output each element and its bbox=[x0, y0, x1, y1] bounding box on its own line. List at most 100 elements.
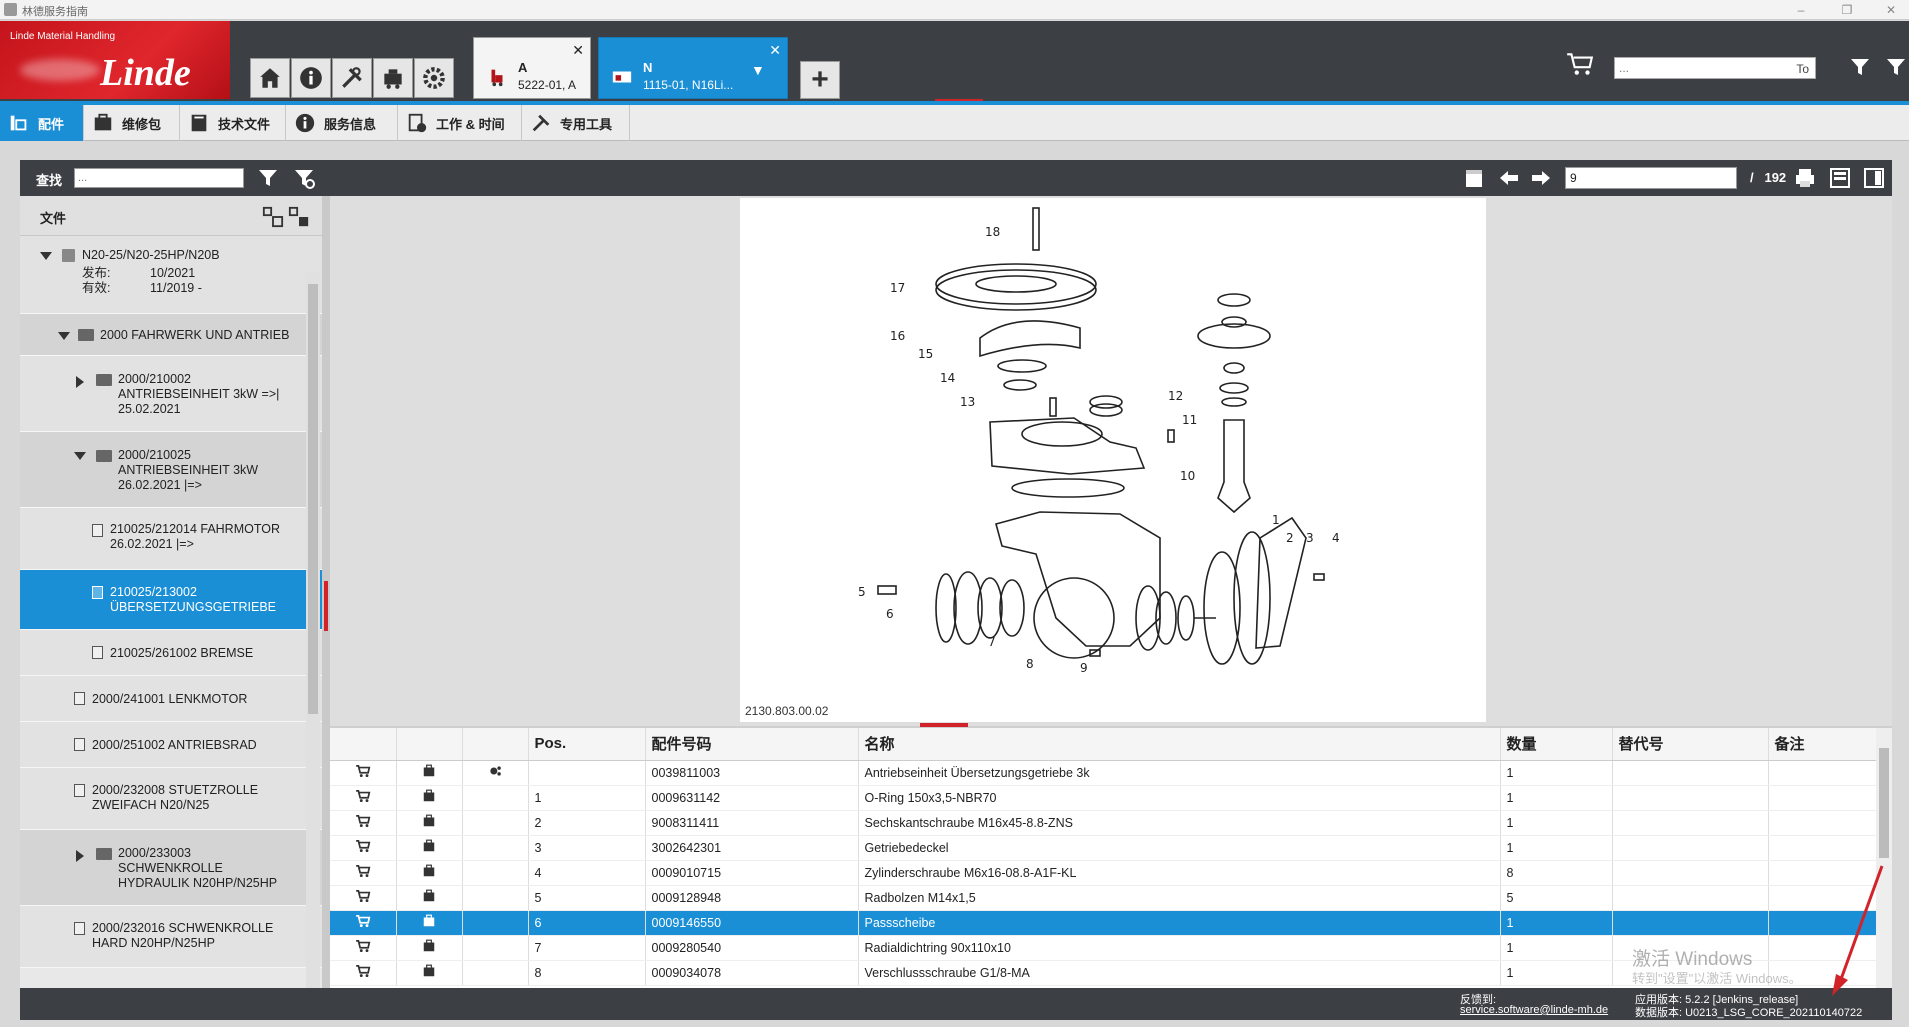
collapse-arrow-icon[interactable] bbox=[74, 452, 86, 460]
column-header-qty[interactable]: 数量 bbox=[1500, 728, 1613, 761]
scrollbar-thumb[interactable] bbox=[1879, 748, 1889, 858]
find-input[interactable] bbox=[74, 168, 244, 188]
table-row[interactable]: 6 0009146550 Passscheibe 1 bbox=[330, 910, 1877, 936]
table-row[interactable]: 0039811003 Antriebseinheit Übersetzungsge… bbox=[330, 760, 1877, 786]
cart-icon[interactable] bbox=[355, 814, 371, 828]
tree-item[interactable]: 2000/232016 SCHWENKROLLE HARD N20HP/N25H… bbox=[20, 906, 322, 968]
close-tab-icon[interactable]: ✕ bbox=[572, 42, 584, 59]
assembly-cell[interactable] bbox=[462, 860, 529, 886]
bookmark-icon[interactable] bbox=[1462, 166, 1486, 190]
splitter-marker[interactable] bbox=[920, 723, 968, 727]
close-tab-icon[interactable]: ✕ bbox=[769, 42, 781, 59]
column-header-note[interactable]: 备注 bbox=[1768, 728, 1877, 761]
info-button[interactable] bbox=[291, 58, 331, 98]
add-to-cart-cell[interactable] bbox=[330, 885, 397, 911]
collapse-all-icon[interactable] bbox=[288, 206, 310, 228]
arrow-right-icon[interactable] bbox=[1529, 166, 1553, 190]
assembly-icon[interactable] bbox=[487, 764, 503, 778]
filter-icon[interactable] bbox=[256, 166, 280, 190]
column-header-pos[interactable]: Pos. bbox=[528, 728, 646, 761]
tree-item-selected[interactable]: 210025/213002 ÜBERSETZUNGSGETRIEBE bbox=[20, 570, 322, 630]
add-to-cart-cell[interactable] bbox=[330, 935, 397, 961]
column-header-name[interactable]: 名称 bbox=[858, 728, 1501, 761]
doc-tab-n[interactable]: N 1115-01, N16Li... ✕ ▼ bbox=[598, 37, 788, 99]
tab-work-time[interactable]: 工作 & 时间 bbox=[398, 105, 522, 141]
cart-icon[interactable] bbox=[355, 764, 371, 778]
settings-button[interactable] bbox=[414, 58, 454, 98]
tree-item[interactable]: 2000/241001 LENKMOTOR bbox=[20, 676, 322, 722]
add-to-cart-cell[interactable] bbox=[330, 760, 397, 786]
layout-single-icon[interactable] bbox=[1828, 166, 1852, 190]
expand-all-icon[interactable] bbox=[262, 206, 284, 228]
tab-special-tools[interactable]: 专用工具 bbox=[522, 105, 630, 141]
column-header[interactable] bbox=[396, 728, 463, 761]
kit-cell[interactable] bbox=[396, 835, 463, 861]
add-to-cart-cell[interactable] bbox=[330, 960, 397, 986]
clear-filter-icon[interactable] bbox=[1884, 55, 1908, 79]
column-header-part-number[interactable]: 配件号码 bbox=[645, 728, 859, 761]
kit-cell[interactable] bbox=[396, 760, 463, 786]
layout-split-icon[interactable] bbox=[1862, 166, 1886, 190]
tab-kits[interactable]: 维修包 bbox=[84, 105, 180, 141]
collapse-arrow-icon[interactable] bbox=[58, 332, 70, 340]
kit-icon[interactable] bbox=[422, 764, 436, 778]
column-header[interactable] bbox=[462, 728, 529, 761]
table-row[interactable]: 1 0009631142 O-Ring 150x3,5-NBR70 1 bbox=[330, 785, 1877, 811]
table-row[interactable]: 2 9008311411 Sechskantschraube M16x45-8.8-… bbox=[330, 810, 1877, 836]
cart-icon[interactable] bbox=[355, 839, 371, 853]
assembly-cell[interactable] bbox=[462, 785, 529, 811]
exploded-drawing[interactable]: 18 17 16 15 14 13 12 11 10 1 2 3 4 5 6 7… bbox=[740, 198, 1486, 722]
kit-icon[interactable] bbox=[422, 939, 436, 953]
panel-splitter[interactable] bbox=[322, 196, 330, 1012]
kit-icon[interactable] bbox=[422, 814, 436, 828]
kit-icon[interactable] bbox=[422, 839, 436, 853]
expand-arrow-icon[interactable] bbox=[76, 850, 84, 862]
kit-cell[interactable] bbox=[396, 810, 463, 836]
assembly-cell[interactable] bbox=[462, 885, 529, 911]
header-search-input[interactable]: ... To bbox=[1614, 57, 1816, 79]
tree-item[interactable]: 2000/233003 SCHWENKROLLE HYDRAULIK N20HP… bbox=[20, 830, 322, 906]
tab-service-info[interactable]: 服务信息 bbox=[286, 105, 398, 141]
add-to-cart-cell[interactable] bbox=[330, 910, 397, 936]
drawing-viewer[interactable]: 18 17 16 15 14 13 12 11 10 1 2 3 4 5 6 7… bbox=[330, 196, 1892, 726]
cart-icon[interactable] bbox=[355, 789, 371, 803]
tab-parts[interactable]: 配件 bbox=[0, 105, 84, 141]
tree-item[interactable]: 210025/261002 BREMSE bbox=[20, 630, 322, 676]
kit-cell[interactable] bbox=[396, 885, 463, 911]
diagnostics-button[interactable] bbox=[373, 58, 413, 98]
search-scope-dropdown[interactable]: To bbox=[1796, 59, 1809, 79]
add-to-cart-cell[interactable] bbox=[330, 835, 397, 861]
assembly-cell[interactable] bbox=[462, 960, 529, 986]
tree-item[interactable]: 2000/210025 ANTRIEBSEINHEIT 3kW 26.02.20… bbox=[20, 432, 322, 508]
minimize-icon[interactable]: – bbox=[1786, 2, 1816, 18]
arrow-left-icon[interactable] bbox=[1497, 166, 1521, 190]
kit-icon[interactable] bbox=[422, 964, 436, 978]
tree-item[interactable]: 2000 FAHRWERK UND ANTRIEB bbox=[20, 314, 322, 356]
page-number-input[interactable]: 9 bbox=[1565, 167, 1737, 189]
doc-tab-a[interactable]: A 5222-01, A ✕ bbox=[473, 37, 591, 99]
cart-icon[interactable] bbox=[355, 889, 371, 903]
add-tab-button[interactable]: + bbox=[800, 61, 840, 99]
kit-cell[interactable] bbox=[396, 960, 463, 986]
print-icon[interactable] bbox=[1793, 166, 1817, 190]
tab-filter-icon[interactable]: ▼ bbox=[751, 62, 765, 78]
cart-icon[interactable] bbox=[355, 939, 371, 953]
cart-icon[interactable] bbox=[355, 964, 371, 978]
assembly-cell[interactable] bbox=[462, 935, 529, 961]
assembly-cell[interactable] bbox=[462, 760, 529, 786]
tree-item[interactable]: 210025/212014 FAHRMOTOR 26.02.2021 |=> bbox=[20, 508, 322, 570]
expand-arrow-icon[interactable] bbox=[76, 376, 84, 388]
kit-icon[interactable] bbox=[422, 889, 436, 903]
assembly-cell[interactable] bbox=[462, 910, 529, 936]
add-to-cart-cell[interactable] bbox=[330, 860, 397, 886]
column-header-alternative[interactable]: 替代号 bbox=[1612, 728, 1769, 761]
kit-cell[interactable] bbox=[396, 860, 463, 886]
home-button[interactable] bbox=[250, 58, 290, 98]
cart-icon[interactable] bbox=[355, 864, 371, 878]
tab-technical-docs[interactable]: 技术文件 bbox=[180, 105, 286, 141]
tree-root[interactable]: N20-25/N20-25HP/N20B 发布: 10/2021 有效: 11/… bbox=[20, 236, 322, 314]
kit-icon[interactable] bbox=[422, 789, 436, 803]
column-header[interactable] bbox=[330, 728, 397, 761]
filter-icon[interactable] bbox=[1848, 55, 1872, 79]
cart-icon[interactable] bbox=[1565, 51, 1595, 77]
